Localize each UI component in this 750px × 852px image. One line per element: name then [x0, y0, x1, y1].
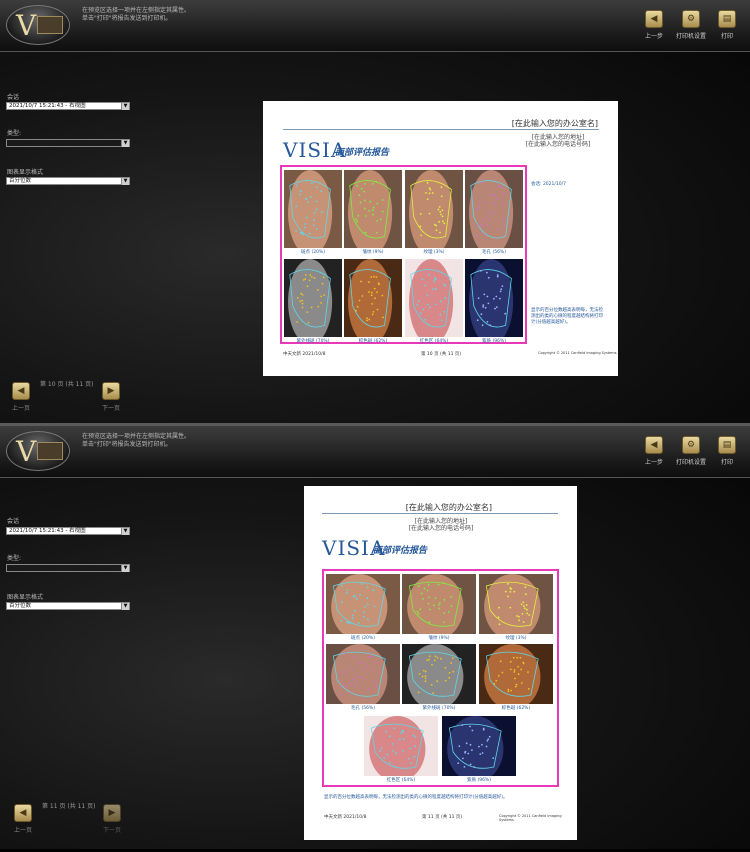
face-image[interactable] — [465, 170, 523, 248]
left-arrow-icon: ◀ — [14, 804, 32, 822]
face-image[interactable] — [479, 644, 553, 704]
type-label: 类型: — [7, 130, 22, 137]
chevron-down-icon: ▼ — [121, 178, 129, 185]
chart-format-select[interactable]: 百分位数 ▼ — [6, 602, 130, 610]
visia-logo: V — [6, 431, 70, 471]
type-select[interactable]: ▼ — [6, 139, 130, 147]
image-caption: 紫质 (96%) — [467, 778, 491, 783]
visia-logo: V — [6, 5, 70, 45]
printer-settings-button[interactable]: ⚙ 打印机设置 — [676, 10, 706, 40]
image-caption: 红色区 (64%) — [419, 339, 449, 344]
face-image[interactable] — [402, 644, 476, 704]
image-caption: 紫外线斑 (70%) — [422, 706, 456, 711]
chevron-down-icon: ▼ — [121, 565, 129, 572]
office-name: [在此输入您的办公室名] — [405, 503, 492, 512]
face-image[interactable] — [405, 259, 463, 337]
session-label: 会话 — [7, 518, 20, 525]
printer-settings-icon: ⚙ — [682, 436, 700, 454]
image-caption: 斑点 (20%) — [301, 250, 325, 255]
page-indicator: 第 10 页 (共 11 页) — [40, 381, 94, 388]
printer-icon: ▤ — [718, 10, 736, 28]
footer-page: 第 10 页 (共 11 页) — [421, 352, 462, 357]
printer-icon: ▤ — [718, 436, 736, 454]
next-page-button[interactable]: ▶ 下一页 — [102, 382, 120, 412]
image-caption: 红色区 (64%) — [386, 778, 416, 783]
chart-format-label: 图表显示格式 — [7, 169, 44, 176]
image-caption: 皱纹 (9%) — [362, 250, 384, 255]
percentile-note: 显示的百分位数越高表明每，无法检测出的类的心微的程度越结构将打印计(分值越高越好… — [324, 795, 508, 800]
top-toolbar: V 在预览区选择一项并在左侧指定其属性。 单击"打印"将报告发送到打印机。 ◀ … — [0, 426, 750, 478]
image-caption: 皱纹 (9%) — [428, 636, 450, 641]
back-arrow-icon: ◀ — [645, 10, 663, 28]
printer-settings-icon: ⚙ — [682, 10, 700, 28]
face-image[interactable] — [402, 574, 476, 634]
chevron-down-icon: ▼ — [121, 140, 129, 147]
face-image[interactable] — [326, 574, 400, 634]
print-button[interactable]: ▤ 打印 — [718, 436, 736, 466]
header-rule — [322, 513, 558, 514]
type-label: 类型: — [7, 555, 22, 562]
prev-page-button[interactable]: ◀ 上一页 — [12, 382, 30, 412]
face-image[interactable] — [284, 170, 342, 248]
face-image[interactable] — [479, 574, 553, 634]
session-label: 会话 — [7, 94, 20, 101]
right-arrow-icon: ▶ — [103, 804, 121, 822]
print-button[interactable]: ▤ 打印 — [718, 10, 736, 40]
right-arrow-icon: ▶ — [102, 382, 120, 400]
instructions: 在预览区选择一项并在左侧指定其属性。 单击"打印"将报告发送到打印机。 — [82, 433, 191, 448]
chart-format-label: 图表显示格式 — [7, 594, 44, 601]
footer-left: 中天文新 2021/10/8 — [283, 352, 326, 357]
report-preview[interactable]: [在此输入您的办公室名] [在此输入您的地址] [在此输入您的电话号码] VIS… — [304, 486, 577, 840]
phone: [在此输入您的电话号码] — [408, 525, 474, 532]
chevron-down-icon: ▼ — [121, 528, 129, 535]
face-image[interactable] — [344, 170, 402, 248]
office-name: [在此输入您的办公室名] — [511, 119, 598, 128]
chevron-down-icon: ▼ — [121, 603, 129, 610]
top-toolbar: V 在预览区选择一项并在左侧指定其属性。 单击"打印"将报告发送到打印机。 ◀ … — [0, 0, 750, 52]
prev-page-button[interactable]: ◀ 上一页 — [14, 804, 32, 834]
session-select[interactable]: 2021/10/7 15:21:43 - 右视图 ▼ — [6, 527, 130, 535]
image-caption: 纹理 (3%) — [505, 636, 527, 641]
chart-format-select[interactable]: 百分位数 ▼ — [6, 177, 130, 185]
header-rule — [283, 129, 599, 130]
image-caption: 毛孔 (56%) — [351, 706, 375, 711]
face-image[interactable] — [284, 259, 342, 337]
screen-page-11: V 在预览区选择一项并在左侧指定其属性。 单击"打印"将报告发送到打印机。 ◀ … — [0, 426, 750, 849]
face-image[interactable] — [364, 716, 438, 776]
session-select[interactable]: 2021/10/7 15:21:43 - 右视图 ▼ — [6, 102, 130, 110]
back-arrow-icon: ◀ — [645, 436, 663, 454]
footer-left: 中天文新 2021/10/8 — [324, 815, 367, 820]
page-indicator: 第 11 页 (共 11 页) — [42, 803, 96, 810]
image-caption: 紫外线斑 (70%) — [296, 339, 330, 344]
footer-page: 第 11 页 (共 11 页) — [422, 815, 463, 820]
image-caption: 棕色斑 (62%) — [501, 706, 531, 711]
session-date: 会话: 2021/10/7 — [531, 182, 567, 187]
chevron-down-icon: ▼ — [121, 103, 129, 110]
next-page-button[interactable]: ▶ 下一页 — [103, 804, 121, 834]
image-caption: 棕色斑 (62%) — [358, 339, 388, 344]
face-image[interactable] — [344, 259, 402, 337]
back-button[interactable]: ◀ 上一步 — [645, 436, 663, 466]
face-image[interactable] — [442, 716, 516, 776]
left-arrow-icon: ◀ — [12, 382, 30, 400]
printer-settings-button[interactable]: ⚙ 打印机设置 — [676, 436, 706, 466]
face-image[interactable] — [326, 644, 400, 704]
image-caption: 紫质 (96%) — [482, 339, 506, 344]
face-image[interactable] — [465, 259, 523, 337]
type-select[interactable]: ▼ — [6, 564, 130, 572]
report-preview[interactable]: [在此输入您的办公室名] [在此输入您的地址] [在此输入您的电话号码] VIS… — [263, 101, 618, 376]
percentile-note: 显示的百分位数越高表明每，无法检测出的类的心微的程度越结构将打印计(分值越高越好… — [531, 308, 603, 325]
copyright: Copyright © 2011 Canfield Imaging System… — [499, 814, 562, 822]
copyright: Copyright © 2011 Canfield Imaging System… — [538, 351, 617, 355]
image-caption: 斑点 (20%) — [351, 636, 375, 641]
screen-page-10: V 在预览区选择一项并在左侧指定其属性。 单击"打印"将报告发送到打印机。 ◀ … — [0, 0, 750, 423]
back-button[interactable]: ◀ 上一步 — [645, 10, 663, 40]
instructions: 在预览区选择一项并在左侧指定其属性。 单击"打印"将报告发送到打印机。 — [82, 7, 191, 22]
phone: [在此输入您的电话号码] — [525, 141, 591, 148]
image-caption: 毛孔 (56%) — [482, 250, 506, 255]
face-image[interactable] — [405, 170, 463, 248]
report-title: 面部评估报告 — [335, 148, 390, 158]
report-title: 面部评估报告 — [373, 546, 428, 556]
image-caption: 纹理 (3%) — [423, 250, 445, 255]
